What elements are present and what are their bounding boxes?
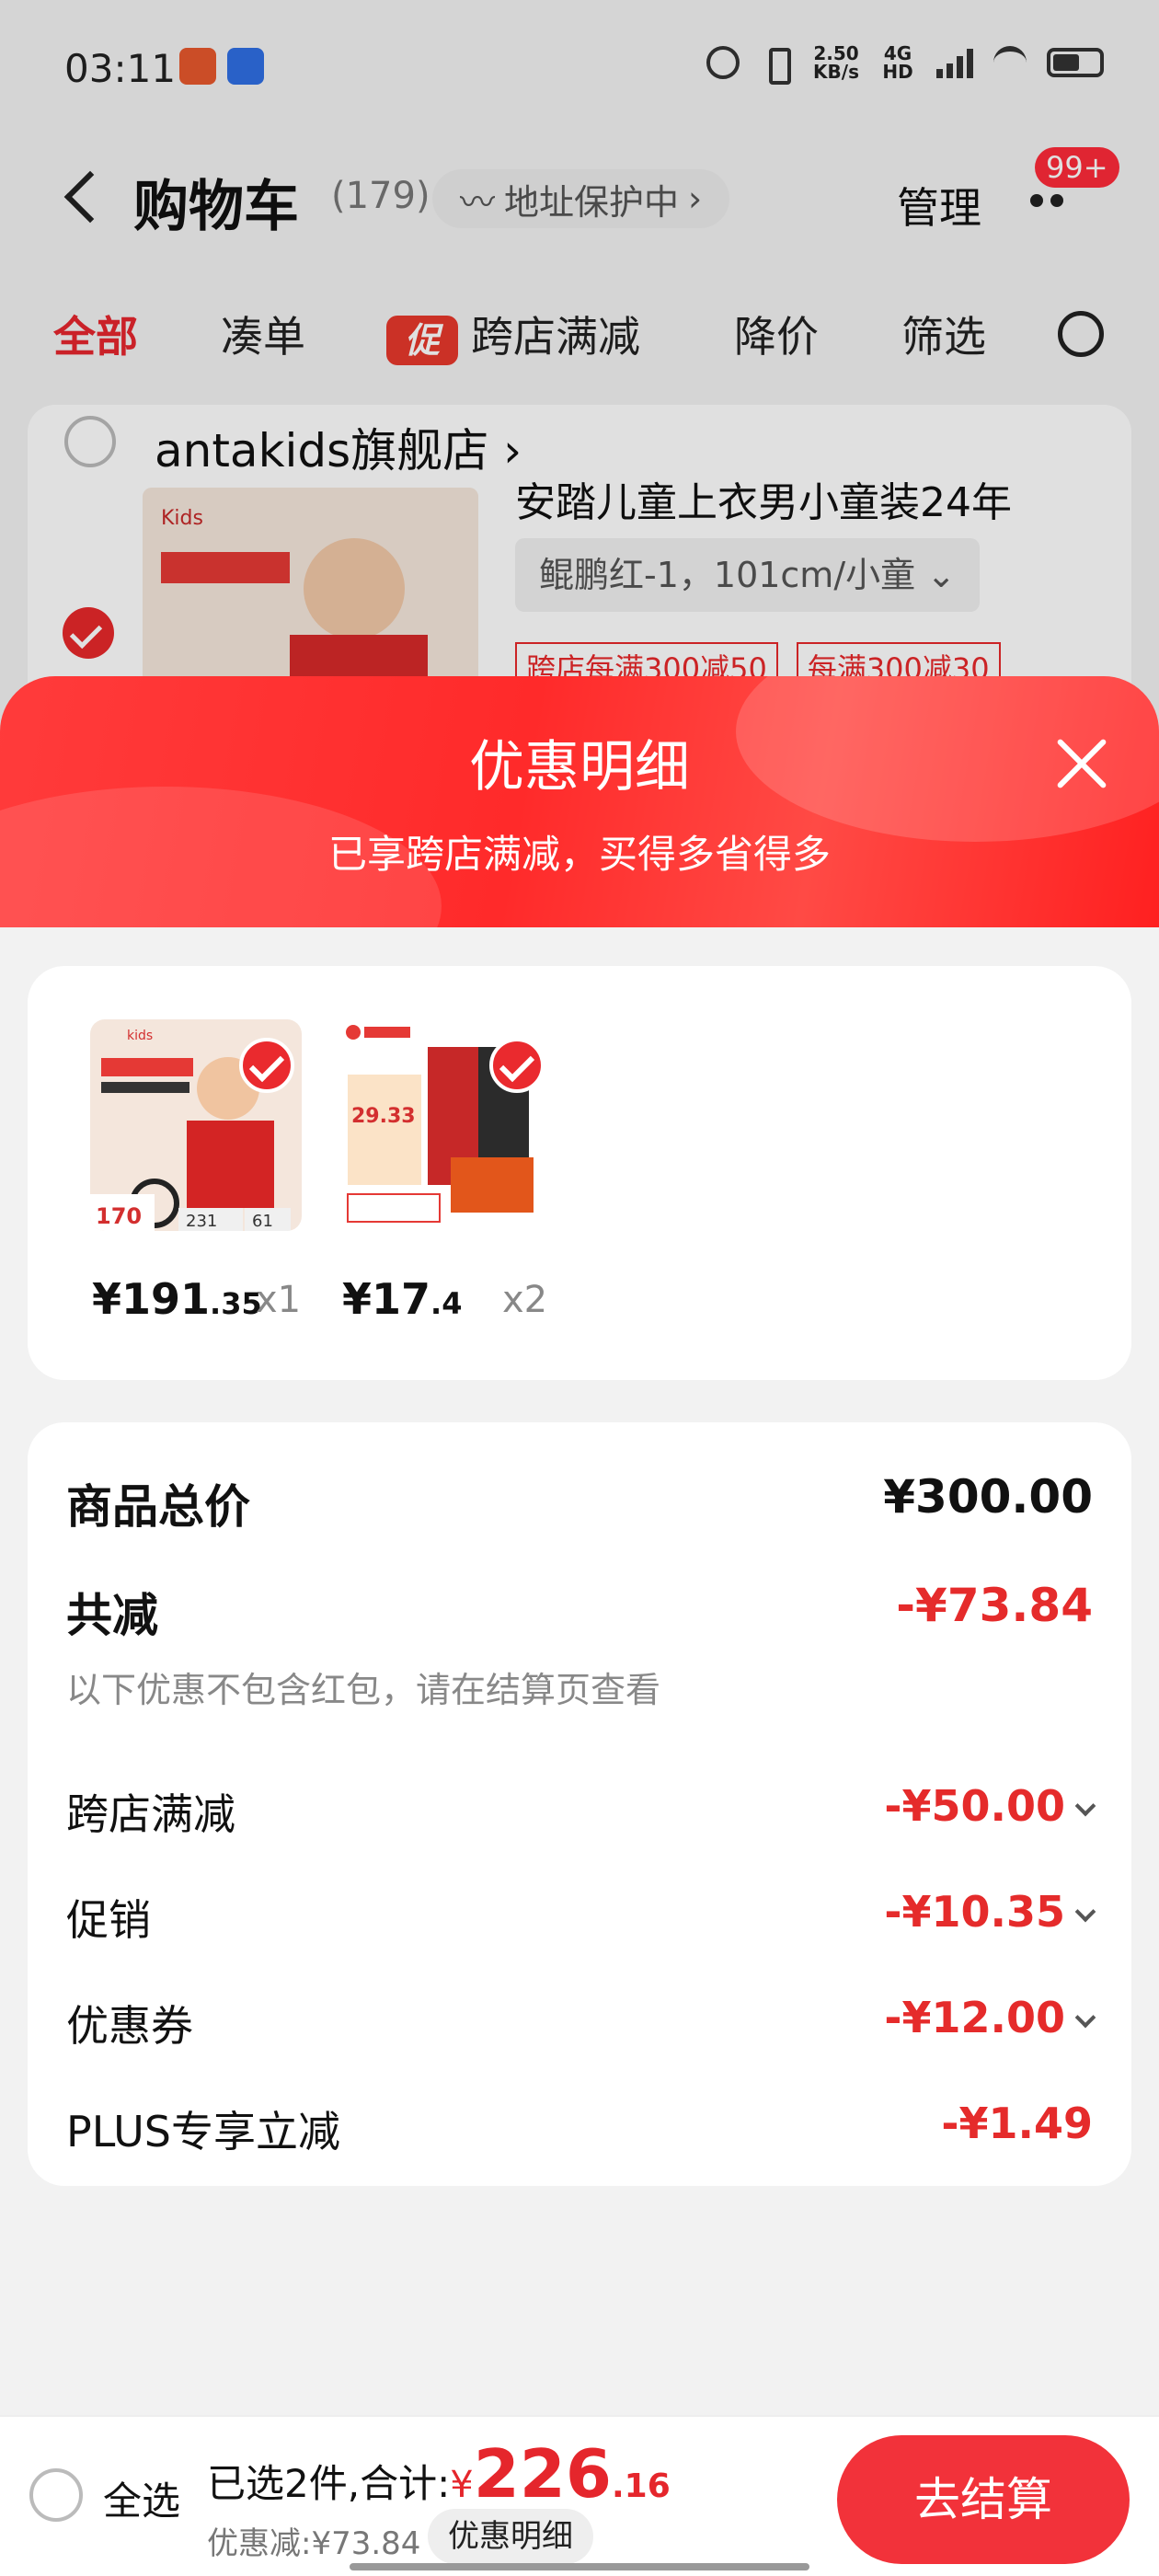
- total-summary: 已选2件,合计:¥226.16: [207, 2435, 671, 2513]
- total-discount-label: 共减: [66, 1589, 158, 1642]
- product-image-haidilao[interactable]: 29.33: [340, 1019, 552, 1231]
- product-image-anta[interactable]: kids 170 231 61: [90, 1019, 302, 1231]
- coupon-value[interactable]: -¥12.00: [884, 1993, 1096, 2042]
- product-quantity: x2: [502, 1279, 548, 1321]
- promotion-label: 促销: [66, 1895, 151, 1945]
- sheet-subtitle: 已享跨店满减，买得多省得多: [327, 832, 831, 877]
- select-all-radio[interactable]: [29, 2468, 83, 2522]
- select-all-label[interactable]: 全选: [103, 2470, 180, 2526]
- chevron-down-icon: [1074, 1795, 1096, 1817]
- total-amount: 226: [473, 2435, 612, 2513]
- promotion-value[interactable]: -¥10.35: [884, 1887, 1096, 1937]
- discount-detail-button[interactable]: 优惠明细: [428, 2509, 593, 2564]
- cross-store-discount-label: 跨店满减: [66, 1789, 235, 1839]
- price-summary-card: 商品总价 ¥300.00 共减 -¥73.84 以下优惠不包含红包，请在结算页查…: [28, 1422, 1131, 2186]
- total-price-value: ¥300.00: [883, 1470, 1093, 1524]
- svg-text:61: 61: [252, 1212, 273, 1231]
- svg-text:kids: kids: [127, 1029, 153, 1043]
- product-price: ¥191.35: [92, 1274, 262, 1324]
- svg-text:231: 231: [186, 1212, 217, 1231]
- svg-text:29.33: 29.33: [351, 1105, 416, 1128]
- plus-discount-value: -¥1.49: [941, 2099, 1093, 2148]
- saving-amount: 优惠减:¥73.84: [207, 2525, 421, 2562]
- home-indicator[interactable]: [350, 2563, 809, 2570]
- product-price: ¥17.4: [342, 1274, 463, 1324]
- sheet-title: 优惠明细: [469, 735, 690, 799]
- discount-sheet-header: 优惠明细 已享跨店满减，买得多省得多: [0, 676, 1159, 929]
- product-checked-icon: [489, 1038, 545, 1093]
- coupon-label: 优惠券: [66, 2001, 193, 2051]
- selected-products-card: kids 170 231 61 ¥191.35 x1 29.33 ¥17.4 x…: [28, 966, 1131, 1380]
- chevron-down-icon: [1074, 2007, 1096, 2029]
- product-checked-icon: [239, 1038, 294, 1093]
- total-price-label: 商品总价: [66, 1480, 250, 1534]
- cross-store-discount-value[interactable]: -¥50.00: [884, 1781, 1096, 1831]
- svg-text:170: 170: [96, 1203, 142, 1229]
- discount-note: 以下优惠不包含红包，请在结算页查看: [66, 1670, 661, 1710]
- product-quantity: x1: [256, 1279, 302, 1321]
- checkout-button[interactable]: 去结算: [837, 2435, 1130, 2564]
- plus-discount-label: PLUS专享立减: [66, 2107, 340, 2156]
- close-icon[interactable]: [1044, 727, 1118, 800]
- chevron-down-icon: [1074, 1901, 1096, 1923]
- checkout-bar: 全选 已选2件,合计:¥226.16 优惠减:¥73.84 优惠明细 去结算: [0, 2415, 1159, 2576]
- total-discount-value: -¥73.84: [896, 1579, 1093, 1632]
- discount-sheet-body: kids 170 231 61 ¥191.35 x1 29.33 ¥17.4 x…: [0, 927, 1159, 2418]
